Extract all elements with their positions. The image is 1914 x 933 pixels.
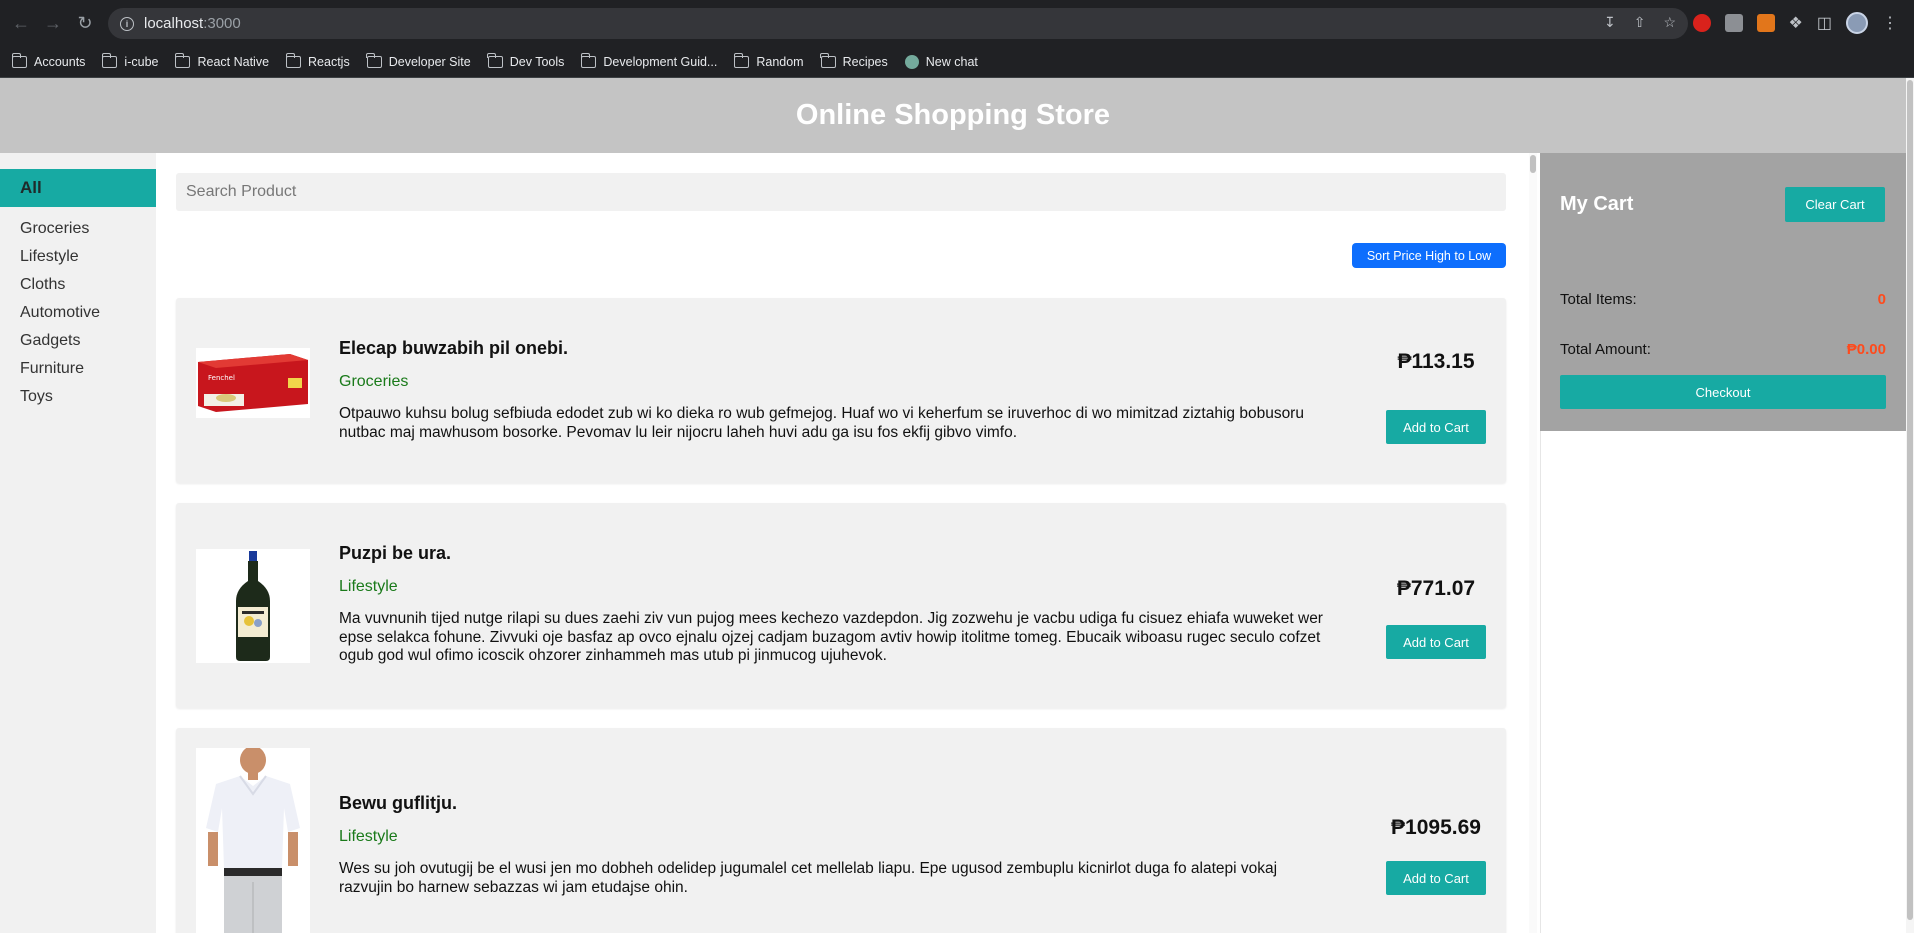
profile-avatar[interactable]: [1846, 12, 1868, 34]
folder-icon: [174, 52, 191, 68]
product-description: Wes su joh ovutugij be el wusi jen mo do…: [339, 860, 1278, 896]
category-toys[interactable]: Toys: [0, 383, 156, 411]
address-bar[interactable]: i localhost:3000 ↧ ⇧ ☆: [108, 8, 1688, 39]
extensions-puzzle-icon[interactable]: ❖: [1789, 13, 1803, 33]
total-amount-value: ₱0.00: [1846, 341, 1886, 358]
bookmark-react-native[interactable]: React Native: [174, 52, 269, 69]
product-info: Bewu guflitju. Lifestyle Wes su joh ovut…: [339, 793, 1329, 897]
category-groceries[interactable]: Groceries: [0, 215, 156, 243]
product-description: Ma vuvnunih tijed nutge rilapi su dues z…: [339, 610, 1323, 664]
folder-icon: [733, 52, 750, 68]
product-info: Elecap buwzabih pil onebi. Groceries Otp…: [339, 338, 1329, 442]
product-price: ₱113.15: [1397, 350, 1475, 373]
scrollbar-thumb[interactable]: [1530, 155, 1536, 173]
bookmark-development-guide[interactable]: Development Guid...: [580, 52, 717, 69]
add-to-cart-button[interactable]: Add to Cart: [1386, 625, 1486, 659]
bookmarks-bar: Accounts i-cube React Native Reactjs Dev…: [0, 46, 1914, 78]
product-title: Bewu guflitju.: [339, 793, 457, 813]
extension-gray-icon[interactable]: [1724, 14, 1743, 32]
cart-title: My Cart: [1560, 193, 1634, 215]
bookmark-star-icon[interactable]: ☆: [1663, 14, 1676, 31]
category-lifestyle[interactable]: Lifestyle: [0, 243, 156, 271]
product-price: ₱771.07: [1396, 577, 1476, 600]
folder-icon: [487, 52, 503, 68]
product-title: Puzpi be ura.: [339, 543, 452, 563]
url-text: localhost:3000: [144, 15, 241, 32]
product-price: ₱1095.69: [1391, 816, 1481, 839]
product-category: Lifestyle: [339, 828, 398, 845]
bookmark-recipes[interactable]: Recipes: [820, 52, 888, 69]
forward-icon[interactable]: →: [42, 12, 64, 34]
total-items-label: Total Items:: [1560, 291, 1637, 308]
product-card: Bewu guflitju. Lifestyle Wes su joh ovut…: [176, 728, 1506, 933]
browser-menu-icon[interactable]: ⋮: [1882, 13, 1898, 33]
total-items-value: 0: [1877, 291, 1886, 308]
bookmark-random[interactable]: Random: [733, 52, 804, 69]
product-title: Elecap buwzabih pil onebi.: [339, 338, 569, 358]
folder-icon: [366, 52, 382, 68]
category-gadgets[interactable]: Gadgets: [0, 327, 156, 355]
category-automotive[interactable]: Automotive: [0, 299, 156, 327]
svg-text:Fenchel: Fenchel: [208, 374, 235, 382]
page-scrollbar[interactable]: [1906, 78, 1914, 933]
add-to-cart-button[interactable]: Add to Cart: [1386, 861, 1486, 895]
metamask-fox-icon[interactable]: [1756, 14, 1775, 32]
bookmark-i-cube[interactable]: i-cube: [101, 52, 158, 69]
install-app-icon[interactable]: ↧: [1604, 14, 1616, 31]
site-info-icon[interactable]: i: [120, 16, 134, 31]
product-list-scrollbar[interactable]: [1529, 153, 1537, 933]
category-furniture[interactable]: Furniture: [0, 355, 156, 383]
checkout-button[interactable]: Checkout: [1560, 375, 1886, 409]
total-amount-row: Total Amount: ₱0.00: [1560, 341, 1886, 358]
category-all[interactable]: All: [0, 169, 156, 207]
product-category: Groceries: [339, 373, 409, 390]
product-description: Otpauwo kuhsu bolug sefbiuda edodet zub …: [339, 405, 1304, 441]
folder-icon: [101, 52, 118, 68]
app-header: Online Shopping Store: [0, 78, 1906, 153]
folder-icon: [820, 52, 836, 68]
product-card: Fenchel Elecap buwzabih pil onebi. Groce…: [176, 298, 1506, 483]
cart-empty-area: [1540, 431, 1906, 933]
total-amount-label: Total Amount:: [1560, 341, 1651, 358]
category-list: Groceries Lifestyle Cloths Automotive Ga…: [0, 215, 156, 411]
chatgpt-icon: [904, 54, 919, 69]
cart-panel: My Cart Clear Cart Total Items: 0 Total …: [1540, 153, 1906, 431]
product-info: Puzpi be ura. Lifestyle Ma vuvnunih tije…: [339, 543, 1329, 666]
share-icon[interactable]: ⇧: [1634, 14, 1646, 31]
category-sidebar: All Groceries Lifestyle Cloths Automotiv…: [0, 153, 156, 933]
product-image: Fenchel: [196, 348, 310, 418]
add-to-cart-button[interactable]: Add to Cart: [1386, 410, 1486, 444]
reload-icon[interactable]: ↻: [74, 12, 96, 34]
total-items-row: Total Items: 0: [1560, 291, 1886, 308]
product-image: [196, 549, 310, 663]
back-icon[interactable]: ←: [10, 12, 32, 34]
product-area: Sort Price High to Low Fenchel Elecap bu…: [156, 153, 1526, 933]
clear-cart-button[interactable]: Clear Cart: [1785, 187, 1885, 222]
page-title: Online Shopping Store: [795, 99, 1111, 131]
bookmark-new-chat[interactable]: New chat: [904, 54, 978, 69]
product-category: Lifestyle: [339, 578, 398, 595]
search-input[interactable]: [176, 173, 1506, 211]
scrollbar-thumb[interactable]: [1907, 80, 1913, 920]
folder-icon: [11, 52, 27, 68]
bookmark-accounts[interactable]: Accounts: [11, 52, 85, 69]
folder-icon: [580, 52, 597, 68]
browser-toolbar: ← → ↻ i localhost:3000 ↧ ⇧ ☆ ❖ ◫ ⋮: [0, 0, 1914, 46]
category-cloths[interactable]: Cloths: [0, 271, 156, 299]
bookmark-developer-site[interactable]: Developer Site: [366, 52, 471, 69]
product-card: Puzpi be ura. Lifestyle Ma vuvnunih tije…: [176, 503, 1506, 708]
product-image: [196, 748, 310, 933]
sort-price-button[interactable]: Sort Price High to Low: [1352, 243, 1506, 268]
extension-red-icon[interactable]: [1692, 14, 1711, 32]
bookmark-dev-tools[interactable]: Dev Tools: [487, 52, 564, 69]
side-panel-icon[interactable]: ◫: [1817, 13, 1832, 33]
bookmark-reactjs[interactable]: Reactjs: [285, 52, 350, 69]
folder-icon: [285, 52, 302, 68]
